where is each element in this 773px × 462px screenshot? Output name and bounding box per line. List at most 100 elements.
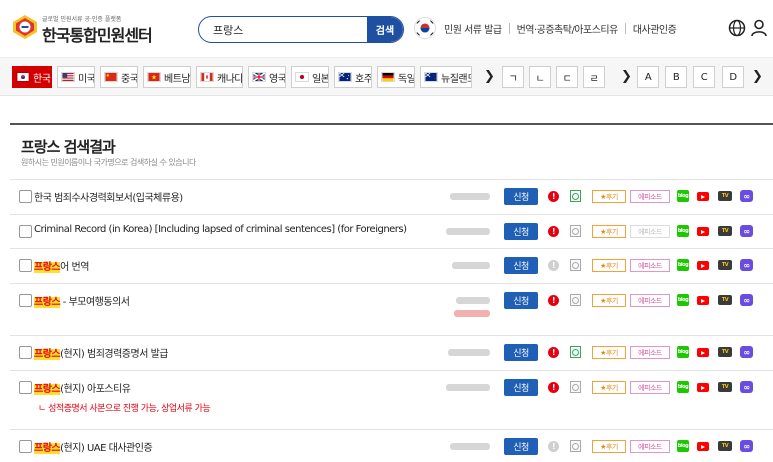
youtube-icon[interactable]	[697, 296, 709, 305]
nav-embassy-certification[interactable]: 대사관인증	[633, 21, 677, 36]
document-preview-icon[interactable]	[570, 294, 581, 306]
info-icon[interactable]: !	[548, 295, 559, 306]
result-name[interactable]: 프랑스 - 부모여행동의서	[34, 293, 130, 308]
apply-button[interactable]: 신청	[504, 438, 538, 455]
review-badge[interactable]: ★후기	[592, 190, 626, 203]
episode-badge[interactable]: 에피소드	[630, 381, 670, 394]
youtube-icon[interactable]	[697, 442, 709, 451]
review-badge[interactable]: ★후기	[592, 346, 626, 359]
index-tab[interactable]: A	[637, 66, 659, 88]
country-tab-korea[interactable]: 한국	[12, 66, 52, 88]
tv-icon[interactable]: TV	[718, 260, 732, 270]
blog-icon[interactable]: blog	[677, 259, 689, 271]
review-badge[interactable]: ★후기	[592, 294, 626, 307]
country-tab-australia[interactable]: 호주	[334, 66, 372, 88]
country-tab-newzealand[interactable]: 뉴질랜드	[420, 66, 472, 88]
blog-icon[interactable]: blog	[677, 346, 689, 358]
info-icon[interactable]: !	[548, 226, 559, 237]
result-row[interactable]: 프랑스(현지) UAE 대사관인증 신청! ★후기 에피소드 blog TV ∞	[10, 429, 773, 462]
apply-button[interactable]: 신청	[504, 292, 538, 309]
index-tab[interactable]: C	[693, 66, 715, 88]
country-tab-vietnam[interactable]: 베트남	[143, 66, 191, 88]
result-row[interactable]: 프랑스(현지) 아포스티유 ㄴ 성적증명서 사본으로 진행 가능, 상업서류 가능…	[10, 370, 773, 429]
tv-icon[interactable]: TV	[718, 347, 732, 357]
blog-icon[interactable]: blog	[677, 225, 689, 237]
info-icon[interactable]: !	[548, 260, 559, 271]
episode-badge[interactable]: 에피소드	[630, 259, 670, 272]
tv-icon[interactable]: TV	[718, 441, 732, 451]
search-button[interactable]: 검색	[367, 17, 403, 42]
episode-badge[interactable]: 에피소드	[630, 190, 670, 203]
index-tab[interactable]: B	[665, 66, 687, 88]
youtube-icon[interactable]	[697, 348, 709, 357]
result-row[interactable]: 프랑스(현지) 범죄경력증명서 발급 신청! ★후기 에피소드 blog TV ∞	[10, 335, 773, 370]
review-badge[interactable]: ★후기	[592, 440, 626, 453]
document-preview-icon[interactable]	[570, 225, 581, 237]
info-icon[interactable]: !	[548, 382, 559, 393]
apply-button[interactable]: 신청	[504, 223, 538, 240]
result-checkbox[interactable]	[19, 225, 32, 238]
result-name[interactable]: Criminal Record (in Korea) [Including la…	[34, 224, 407, 235]
link-icon[interactable]: ∞	[740, 225, 753, 237]
user-icon[interactable]	[751, 19, 767, 37]
review-badge[interactable]: ★후기	[592, 381, 626, 394]
link-icon[interactable]: ∞	[740, 259, 753, 271]
country-tab-canada[interactable]: 캐나다	[196, 66, 243, 88]
tv-icon[interactable]: TV	[718, 295, 732, 305]
episode-badge[interactable]: 에피소드	[630, 225, 670, 238]
document-preview-icon[interactable]	[570, 346, 581, 358]
search-input[interactable]	[199, 17, 367, 42]
review-badge[interactable]: ★후기	[592, 259, 626, 272]
link-icon[interactable]: ∞	[740, 440, 753, 452]
index-tab[interactable]: ㄹ	[583, 66, 605, 88]
blog-icon[interactable]: blog	[677, 190, 689, 202]
link-icon[interactable]: ∞	[740, 190, 753, 202]
link-icon[interactable]: ∞	[740, 346, 753, 358]
apply-button[interactable]: 신청	[504, 257, 538, 274]
tv-icon[interactable]: TV	[718, 226, 732, 236]
document-preview-icon[interactable]	[570, 381, 581, 393]
result-row[interactable]: 한국 범죄수사경력회보서(입국체류용) 신청! ★후기 에피소드 blog TV ∞	[10, 179, 773, 214]
episode-badge[interactable]: 에피소드	[630, 294, 670, 307]
blog-icon[interactable]: blog	[677, 381, 689, 393]
index-tab[interactable]: ㄷ	[556, 66, 578, 88]
result-checkbox[interactable]	[19, 259, 32, 272]
result-name[interactable]: 한국 범죄수사경력회보서(입국체류용)	[34, 189, 183, 204]
youtube-icon[interactable]	[697, 227, 709, 236]
blog-icon[interactable]: blog	[677, 294, 689, 306]
result-checkbox[interactable]	[19, 346, 32, 359]
globe-icon[interactable]	[728, 19, 746, 37]
country-tab-germany[interactable]: 독일	[377, 66, 415, 88]
apply-button[interactable]: 신청	[504, 379, 538, 396]
country-tab-usa[interactable]: 미국	[57, 66, 95, 88]
document-preview-icon[interactable]	[570, 190, 581, 202]
result-checkbox[interactable]	[19, 440, 32, 453]
chevron-right-icon[interactable]: ❯	[752, 69, 763, 84]
result-name[interactable]: 프랑스(현지) 범죄경력증명서 발급	[34, 345, 168, 360]
info-icon[interactable]: !	[548, 441, 559, 452]
apply-button[interactable]: 신청	[504, 344, 538, 361]
korea-flag-icon[interactable]	[414, 17, 436, 39]
chevron-right-icon[interactable]: ❯	[484, 69, 495, 84]
link-icon[interactable]: ∞	[740, 294, 753, 306]
info-icon[interactable]: !	[548, 347, 559, 358]
result-row[interactable]: Criminal Record (in Korea) [Including la…	[10, 214, 773, 248]
youtube-icon[interactable]	[697, 192, 709, 201]
site-logo-text[interactable]: 한국통합민원센터	[42, 22, 153, 46]
government-seal-icon[interactable]	[12, 14, 38, 40]
tv-icon[interactable]: TV	[718, 191, 732, 201]
index-tab[interactable]: ㄱ	[502, 66, 524, 88]
result-checkbox[interactable]	[19, 381, 32, 394]
episode-badge[interactable]: 에피소드	[630, 440, 670, 453]
review-badge[interactable]: ★후기	[592, 225, 626, 238]
episode-badge[interactable]: 에피소드	[630, 346, 670, 359]
apply-button[interactable]: 신청	[504, 188, 538, 205]
info-icon[interactable]: !	[548, 191, 559, 202]
result-name[interactable]: 프랑스(현지) UAE 대사관인증	[34, 439, 153, 454]
country-tab-japan[interactable]: 일본	[291, 66, 329, 88]
nav-document-issue[interactable]: 민원 서류 발급	[444, 21, 502, 36]
chevron-right-icon[interactable]: ❯	[621, 69, 632, 84]
blog-icon[interactable]: blog	[677, 440, 689, 452]
document-preview-icon[interactable]	[570, 259, 581, 271]
tv-icon[interactable]: TV	[718, 382, 732, 392]
